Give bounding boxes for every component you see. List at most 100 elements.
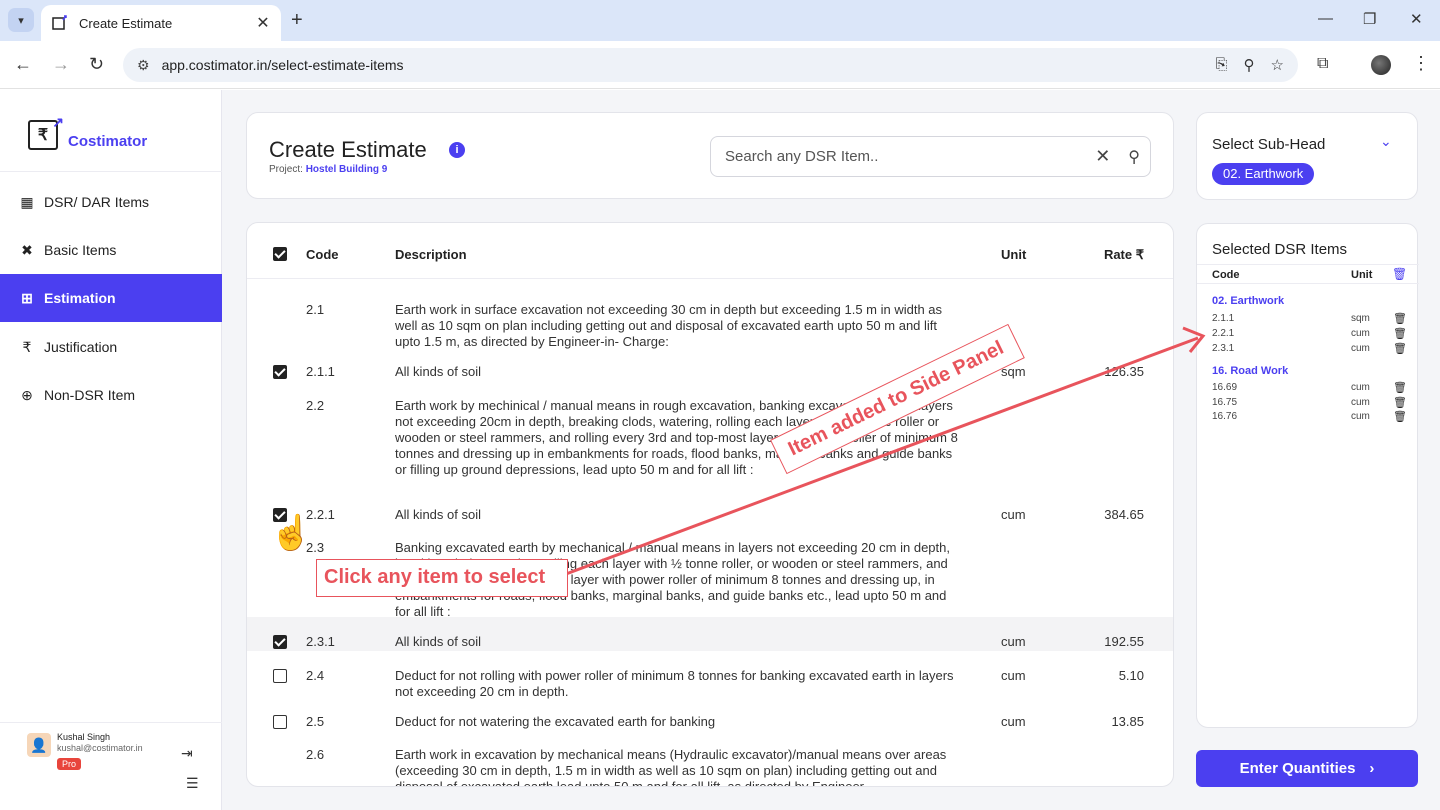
forward-icon[interactable]: → (52, 54, 70, 75)
subhead-chip[interactable]: 02. Earthwork (1212, 163, 1315, 185)
remove-item-trash-icon[interactable]: 🗑 (1393, 381, 1407, 394)
row-rate: 192.55 (1104, 634, 1144, 649)
app-area: ₹ ↗ Costimator ▦ DSR/ DAR Items ✖ Basic I… (0, 90, 1440, 810)
column-header-code: Code (306, 247, 339, 262)
select-all-checkbox[interactable] (273, 247, 287, 261)
selected-item-code: 16.75 (1212, 397, 1238, 408)
brand-name: Costimator (68, 132, 148, 150)
sidebar-divider (0, 171, 222, 172)
sidebar-item-label: DSR/ DAR Items (44, 194, 150, 210)
selected-item-code: 2.2.1 (1212, 328, 1235, 339)
grid-icon: ⊞ (21, 289, 33, 306)
selected-item-code: 16.69 (1212, 382, 1238, 393)
site-info-icon[interactable]: ⚙ (137, 57, 150, 74)
selected-panel-title: Selected DSR Items (1212, 241, 1348, 258)
user-avatar[interactable]: 👤 (27, 733, 51, 757)
remove-item-trash-icon[interactable]: 🗑 (1393, 410, 1407, 423)
sidebar-item-label: Justification (44, 339, 118, 355)
logout-icon[interactable]: ⇥ (181, 745, 193, 762)
row-description: All kinds of soil (395, 634, 481, 649)
remove-item-trash-icon[interactable]: 🗑 (1393, 327, 1407, 340)
row-checkbox[interactable] (273, 635, 287, 649)
remove-item-trash-icon[interactable]: 🗑 (1393, 396, 1407, 409)
remove-item-trash-icon[interactable]: 🗑 (1393, 312, 1407, 325)
row-description: Earth work in surface excavation not exc… (395, 302, 943, 349)
selected-group-title: 02. Earthwork (1212, 295, 1285, 307)
search-placeholder[interactable]: Search any DSR Item.. (725, 148, 1095, 165)
row-checkbox[interactable] (273, 365, 287, 379)
reload-icon[interactable]: ↻ (89, 54, 104, 75)
row-rate: 384.65 (1104, 507, 1144, 522)
row-unit: cum (1001, 634, 1026, 649)
remove-item-trash-icon[interactable]: 🗑 (1393, 342, 1407, 355)
dsr-items-table: Code Description Unit Rate ₹ 2.1 Earth w… (246, 222, 1174, 787)
install-app-icon[interactable]: ⎘ (1216, 56, 1228, 74)
profile-avatar[interactable] (1371, 55, 1391, 75)
row-checkbox[interactable] (273, 669, 287, 683)
sidebar-item-basic-items[interactable]: ✖ Basic Items (0, 226, 222, 274)
selected-item-code: 2.3.1 (1212, 343, 1235, 354)
selected-group-title: 16. Road Work (1212, 365, 1289, 377)
project-name[interactable]: Hostel Building 9 (306, 164, 388, 175)
row-code: 2.1.1 (306, 364, 335, 379)
user-panel: 👤 Kushal Singh kushal@costimator.in Pro … (0, 722, 222, 810)
user-email: kushal@costimator.in (57, 743, 143, 753)
browser-tab[interactable]: Create Estimate ✕ (41, 5, 281, 41)
info-icon[interactable]: i (449, 142, 465, 158)
row-unit: cum (1001, 714, 1026, 729)
clear-all-trash-icon[interactable]: 🗑 (1392, 267, 1407, 281)
sidebar-item-justification[interactable]: ₹ Justification (0, 323, 222, 371)
restore-icon[interactable]: ❐ (1363, 10, 1376, 28)
bookmark-star-icon[interactable]: ☆ (1271, 56, 1284, 74)
project-label: Project: (269, 164, 303, 175)
pro-badge: Pro (57, 758, 82, 770)
url-bar[interactable]: ⚙ app.costimator.in/select-estimate-item… (123, 48, 1298, 82)
row-checkbox[interactable] (273, 715, 287, 729)
sidebar-item-non-dsr[interactable]: ⊕ Non-DSR Item (0, 371, 222, 419)
new-tab-icon[interactable]: + (291, 9, 303, 32)
header-divider (247, 278, 1173, 279)
enter-quantities-button[interactable]: Enter Quantities › (1196, 750, 1418, 787)
subhead-title: Select Sub-Head (1212, 136, 1326, 153)
row-code: 2.6 (306, 747, 325, 762)
row-description: All kinds of soil (395, 364, 481, 379)
pointer-hand-icon: ☝ (270, 514, 313, 552)
subhead-selector[interactable]: Select Sub-Head ⌄ 02. Earthwork (1196, 112, 1418, 200)
selected-item-unit: cum (1351, 382, 1370, 393)
row-description: Deduct for not watering the excavated ea… (395, 714, 716, 729)
tab-close-icon[interactable]: ✕ (255, 13, 271, 33)
page-header-card: Create Estimate i Project: Hostel Buildi… (246, 112, 1174, 199)
row-code: 2.5 (306, 714, 325, 729)
window-close-icon[interactable]: ✕ (1410, 10, 1423, 28)
back-icon[interactable]: ← (14, 54, 32, 75)
sidebar-item-label: Estimation (44, 290, 116, 306)
collapse-sidebar-icon[interactable]: ☰ (186, 775, 199, 792)
sidebar-item-label: Non-DSR Item (44, 387, 136, 403)
sidebar-item-dsr-dar[interactable]: ▦ DSR/ DAR Items (0, 178, 222, 226)
clear-search-icon[interactable]: ✕ (1095, 146, 1110, 167)
zoom-icon[interactable]: ⚲ (1244, 56, 1255, 74)
user-name: Kushal Singh (57, 732, 111, 742)
sidebar-item-estimation[interactable]: ⊞ Estimation (0, 274, 222, 322)
column-header-unit: Unit (1001, 247, 1027, 262)
row-code: 2.1 (306, 302, 325, 317)
annotation-click-select: Click any item to select (316, 559, 568, 597)
extensions-icon[interactable]: ⧉ (1317, 55, 1328, 73)
tools-icon: ✖ (21, 241, 33, 258)
selected-col-code: Code (1212, 269, 1240, 281)
tab-search-chevron-icon[interactable]: ▾ (8, 8, 34, 32)
dsr-search-input[interactable]: Search any DSR Item.. ✕ ⚲ (710, 136, 1151, 177)
chevron-down-icon[interactable]: ⌄ (1380, 133, 1392, 150)
column-header-rate: Rate ₹ (1103, 247, 1144, 262)
row-code: 2.3.1 (306, 634, 335, 649)
column-header-description: Description (395, 247, 467, 262)
search-icon[interactable]: ⚲ (1128, 147, 1140, 167)
url-text[interactable]: app.costimator.in/select-estimate-items (162, 57, 404, 73)
minimize-icon[interactable]: — (1318, 10, 1333, 27)
selected-item-code: 2.1.1 (1212, 313, 1235, 324)
selected-items-panel: Selected DSR Items Code Unit 🗑 02. Earth… (1196, 223, 1419, 728)
browser-menu-icon[interactable]: ⋮ (1412, 53, 1430, 74)
brand-logo[interactable]: ₹ ↗ Costimator (28, 114, 148, 150)
selected-item-unit: cum (1351, 328, 1370, 339)
browser-tab-bar: ▾ Create Estimate ✕ + — ❐ ✕ (0, 0, 1440, 41)
